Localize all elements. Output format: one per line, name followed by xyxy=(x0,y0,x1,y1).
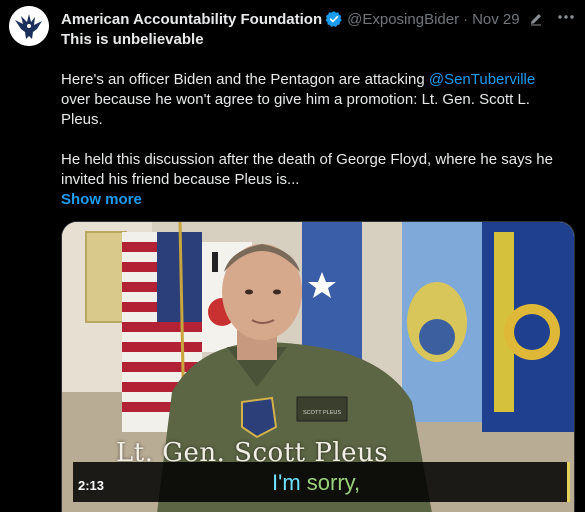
caption-bar: I'm sorry, xyxy=(73,462,570,502)
author-avatar[interactable] xyxy=(9,6,49,46)
edited-pencil-icon[interactable] xyxy=(528,11,544,27)
name-tag-text: SCOTT PLEUS xyxy=(303,410,341,416)
eagle-logo-icon xyxy=(9,6,49,46)
verified-badge-icon[interactable] xyxy=(325,10,343,28)
tweet-line-1: Here's an officer Biden and the Pentagon… xyxy=(61,70,535,90)
caption-text: I'm sorry, xyxy=(272,470,360,496)
author-handle[interactable]: @ExposingBider xyxy=(347,11,459,28)
tweet-header: American Accountability Foundation @Expo… xyxy=(61,9,544,29)
more-options-icon[interactable] xyxy=(555,8,577,26)
caption-word-1: I'm xyxy=(272,470,301,495)
tweet-line-3: Pleus. xyxy=(61,111,103,128)
tweet-line-2: over because he won't agree to give him … xyxy=(61,91,530,108)
caption-word-2: sorry, xyxy=(306,470,361,495)
tweet-headline: This is unbelievable xyxy=(61,31,204,48)
tweet[interactable]: American Accountability Foundation @Expo… xyxy=(0,0,585,512)
tweet-text-segment: Here's an officer Biden and the Pentagon… xyxy=(61,71,429,88)
mention-link[interactable]: @SenTuberville xyxy=(429,71,535,88)
author-name[interactable]: American Accountability Foundation xyxy=(61,11,322,28)
tweet-date[interactable]: Nov 29 xyxy=(472,11,520,28)
show-more-link[interactable]: Show more xyxy=(61,190,142,210)
tweet-line-4: He held this discussion after the death … xyxy=(61,151,553,168)
video-player[interactable]: SCOTT PLEUS Lt. Gen. Scott Pleus I'm sor… xyxy=(61,221,575,512)
tweet-line-5: invited his friend because Pleus is... xyxy=(61,171,300,188)
header-separator: · xyxy=(463,10,469,28)
video-timestamp: 2:13 xyxy=(78,478,105,493)
